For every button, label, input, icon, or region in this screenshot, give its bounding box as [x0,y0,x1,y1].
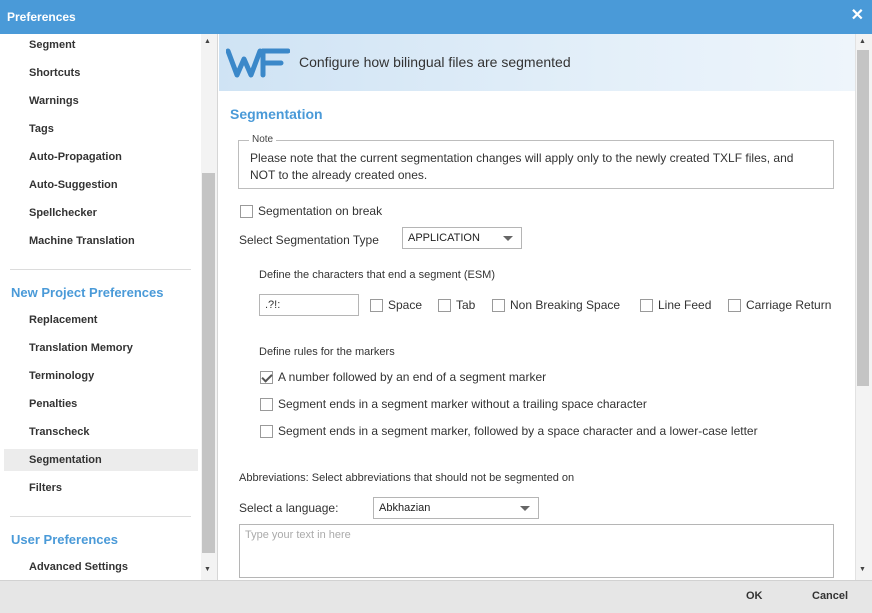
sidebar: Segment Shortcuts Warnings Tags Auto-Pro… [0,34,218,580]
note-text: Please note that the current segmentatio… [250,151,794,182]
ok-button[interactable]: OK [746,590,763,602]
sidebar-item-translation-memory[interactable]: Translation Memory [29,342,133,354]
window-title: Preferences [7,10,76,24]
esm-line-feed-label: Line Feed [658,298,712,312]
segmentation-type-select[interactable]: APPLICATION [402,227,522,249]
sidebar-item-auto-suggestion[interactable]: Auto-Suggestion [29,179,118,191]
esm-tab-checkbox[interactable] [438,299,451,312]
sidebar-item-replacement[interactable]: Replacement [29,314,97,326]
language-select[interactable]: Abkhazian [373,497,539,519]
dialog-footer: OK Cancel [0,580,872,613]
marker-rule-2-checkbox[interactable] [260,398,273,411]
sidebar-item-segment[interactable]: Segment [29,39,75,51]
abbreviations-label: Abbreviations: Select abbreviations that… [239,472,575,484]
sidebar-item-terminology[interactable]: Terminology [29,370,94,382]
sidebar-item-tags[interactable]: Tags [29,123,54,135]
chevron-down-icon [503,236,513,241]
note-legend: Note [249,134,277,145]
sidebar-item-machine-translation[interactable]: Machine Translation [29,235,135,247]
main-panel: Configure how bilingual files are segmen… [219,34,855,580]
markers-label: Define rules for the markers [259,346,395,358]
sidebar-item-penalties[interactable]: Penalties [29,398,77,410]
marker-rule-3-checkbox[interactable] [260,425,273,438]
page-title: Segmentation [230,106,323,122]
close-icon[interactable]: ✕ [851,8,864,24]
section-new-project-preferences: New Project Preferences [11,285,164,300]
sidebar-item-spellchecker[interactable]: Spellchecker [29,207,97,219]
esm-carriage-return-checkbox[interactable] [728,299,741,312]
sidebar-scrollbar-thumb[interactable] [202,173,215,553]
sidebar-item-shortcuts[interactable]: Shortcuts [29,67,80,79]
esm-input[interactable]: .?!: [259,294,359,316]
segmentation-type-value: APPLICATION [408,232,480,244]
esm-non-breaking-space-checkbox[interactable] [492,299,505,312]
esm-label: Define the characters that end a segment… [259,269,496,281]
sidebar-divider [10,516,191,517]
banner-text: Configure how bilingual files are segmen… [299,54,571,70]
esm-line-feed-checkbox[interactable] [640,299,653,312]
sidebar-item-filters[interactable]: Filters [29,482,62,494]
scroll-up-icon[interactable]: ▲ [859,38,866,45]
sidebar-item-advanced-settings[interactable]: Advanced Settings [29,561,128,573]
esm-space-label: Space [388,298,423,312]
banner: Configure how bilingual files are segmen… [219,34,855,91]
abbreviations-textarea[interactable]: Type your text in here [239,524,834,578]
esm-non-breaking-space-label: Non Breaking Space [510,298,621,312]
language-value: Abkhazian [379,502,431,514]
title-bar: Preferences ✕ [0,0,872,34]
marker-rule-3-label: Segment ends in a segment marker, follow… [278,424,758,438]
section-user-preferences: User Preferences [11,532,118,547]
segmentation-type-label: Select Segmentation Type [239,233,379,247]
marker-rule-1-label: A number followed by an end of a segment… [278,370,547,384]
esm-carriage-return-label: Carriage Return [746,298,832,312]
wf-logo-icon [226,48,290,78]
segmentation-on-break-label: Segmentation on break [258,204,383,218]
sidebar-item-transcheck[interactable]: Transcheck [29,426,90,438]
scroll-down-icon[interactable]: ▼ [859,566,866,573]
scroll-down-icon[interactable]: ▼ [204,566,211,573]
esm-space-checkbox[interactable] [370,299,383,312]
esm-tab-label: Tab [456,298,476,312]
sidebar-item-segmentation[interactable]: Segmentation [29,454,102,466]
sidebar-item-auto-propagation[interactable]: Auto-Propagation [29,151,122,163]
chevron-down-icon [520,506,530,511]
cancel-button[interactable]: Cancel [812,590,848,602]
sidebar-item-warnings[interactable]: Warnings [29,95,79,107]
scroll-up-icon[interactable]: ▲ [204,38,211,45]
main-scrollbar-thumb[interactable] [857,50,869,386]
marker-rule-2-label: Segment ends in a segment marker without… [278,397,647,411]
segmentation-on-break-checkbox[interactable] [240,205,253,218]
language-label: Select a language: [239,501,339,515]
sidebar-divider [10,269,191,270]
marker-rule-1-checkbox[interactable] [260,371,273,384]
